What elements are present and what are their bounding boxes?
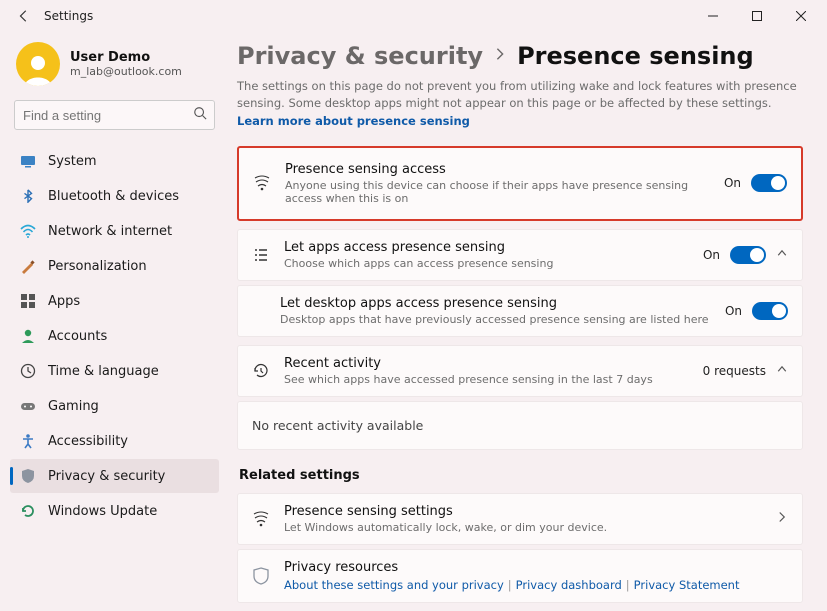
- bluetooth-icon: [20, 188, 36, 204]
- history-icon: [252, 362, 270, 380]
- close-button[interactable]: [779, 0, 823, 32]
- gaming-icon: [20, 398, 36, 414]
- privacy-resources-card: Privacy resources About these settings a…: [237, 549, 803, 603]
- minimize-button[interactable]: [691, 0, 735, 32]
- card-subtitle: Anyone using this device can choose if t…: [285, 179, 710, 205]
- network-icon: [20, 223, 36, 239]
- search-icon: [193, 106, 207, 124]
- profile-name: User Demo: [70, 50, 182, 65]
- learn-more-link[interactable]: Learn more about presence sensing: [237, 114, 470, 128]
- sidebar-item-network[interactable]: Network & internet: [10, 214, 219, 248]
- related-heading: Related settings: [239, 468, 803, 483]
- desktop-apps-toggle[interactable]: [752, 302, 788, 320]
- sidebar-item-label: Gaming: [48, 399, 99, 414]
- sidebar-item-label: Bluetooth & devices: [48, 189, 179, 204]
- accounts-icon: [20, 328, 36, 344]
- breadcrumb-parent[interactable]: Privacy & security: [237, 42, 483, 70]
- sidebar-item-privacy[interactable]: Privacy & security: [10, 459, 219, 493]
- system-icon: [20, 153, 36, 169]
- toggle-label: On: [725, 304, 742, 318]
- chevron-up-icon: [776, 363, 788, 378]
- card-title: Privacy resources: [284, 560, 788, 575]
- card-subtitle: Desktop apps that have previously access…: [280, 313, 711, 326]
- sidebar-item-accessibility[interactable]: Accessibility: [10, 424, 219, 458]
- list-icon: [252, 247, 270, 263]
- presence-settings-icon: [252, 510, 270, 528]
- profile-email: m_lab@outlook.com: [70, 65, 182, 78]
- back-button[interactable]: [4, 0, 44, 32]
- no-recent-card: No recent activity available: [237, 401, 803, 450]
- card-title: No recent activity available: [252, 418, 788, 433]
- sidebar-item-system[interactable]: System: [10, 144, 219, 178]
- sidebar-item-label: Personalization: [48, 259, 147, 274]
- chevron-right-icon: [493, 47, 507, 65]
- sidebar-item-gaming[interactable]: Gaming: [10, 389, 219, 423]
- sidebar-item-label: System: [48, 154, 96, 169]
- sidebar-item-bluetooth[interactable]: Bluetooth & devices: [10, 179, 219, 213]
- card-title: Recent activity: [284, 356, 689, 371]
- apps-access-card[interactable]: Let apps access presence sensing Choose …: [237, 229, 803, 281]
- card-subtitle: Choose which apps can access presence se…: [284, 257, 689, 270]
- requests-count: 0 requests: [703, 364, 766, 378]
- sidebar-item-label: Accounts: [48, 329, 107, 344]
- presence-access-toggle[interactable]: [751, 174, 787, 192]
- sidebar-item-personalization[interactable]: Personalization: [10, 249, 219, 283]
- window-title: Settings: [44, 9, 93, 23]
- search-input[interactable]: [14, 100, 215, 130]
- page-title: Presence sensing: [517, 42, 754, 70]
- toggle-label: On: [703, 248, 720, 262]
- avatar: [16, 42, 60, 86]
- recent-activity-card[interactable]: Recent activity See which apps have acce…: [237, 345, 803, 397]
- apps-icon: [20, 293, 36, 309]
- chevron-up-icon: [776, 247, 788, 262]
- card-title: Presence sensing access: [285, 162, 710, 177]
- update-icon: [20, 503, 36, 519]
- accessibility-icon: [20, 433, 36, 449]
- card-title: Presence sensing settings: [284, 504, 762, 519]
- card-subtitle: Let Windows automatically lock, wake, or…: [284, 521, 762, 534]
- personalization-icon: [20, 258, 36, 274]
- profile-block[interactable]: User Demo m_lab@outlook.com: [10, 36, 219, 100]
- card-title: Let apps access presence sensing: [284, 240, 689, 255]
- privacy-icon: [20, 468, 36, 484]
- page-description: The settings on this page do not prevent…: [237, 78, 803, 130]
- sidebar-item-label: Privacy & security: [48, 469, 165, 484]
- shield-icon: [252, 567, 270, 585]
- sidebar-item-label: Apps: [48, 294, 80, 309]
- presence-access-card: Presence sensing access Anyone using thi…: [237, 146, 803, 221]
- privacy-link-statement[interactable]: Privacy Statement: [634, 578, 740, 592]
- sidebar-item-time[interactable]: Time & language: [10, 354, 219, 388]
- time-icon: [20, 363, 36, 379]
- privacy-link-about[interactable]: About these settings and your privacy: [284, 578, 504, 592]
- presence-settings-card[interactable]: Presence sensing settings Let Windows au…: [237, 493, 803, 545]
- sidebar-item-label: Windows Update: [48, 504, 157, 519]
- sidebar-item-label: Network & internet: [48, 224, 172, 239]
- sidebar-item-accounts[interactable]: Accounts: [10, 319, 219, 353]
- sidebar-item-label: Time & language: [48, 364, 159, 379]
- apps-access-toggle[interactable]: [730, 246, 766, 264]
- toggle-label: On: [724, 176, 741, 190]
- sidebar-item-apps[interactable]: Apps: [10, 284, 219, 318]
- chevron-right-icon: [776, 511, 788, 526]
- card-title: Let desktop apps access presence sensing: [280, 296, 711, 311]
- maximize-button[interactable]: [735, 0, 779, 32]
- sidebar-item-label: Accessibility: [48, 434, 128, 449]
- card-subtitle: See which apps have accessed presence se…: [284, 373, 689, 386]
- desktop-apps-card: Let desktop apps access presence sensing…: [237, 285, 803, 337]
- breadcrumb: Privacy & security Presence sensing: [237, 42, 803, 70]
- presence-icon: [253, 174, 271, 192]
- sidebar-item-update[interactable]: Windows Update: [10, 494, 219, 528]
- privacy-link-dashboard[interactable]: Privacy dashboard: [516, 578, 622, 592]
